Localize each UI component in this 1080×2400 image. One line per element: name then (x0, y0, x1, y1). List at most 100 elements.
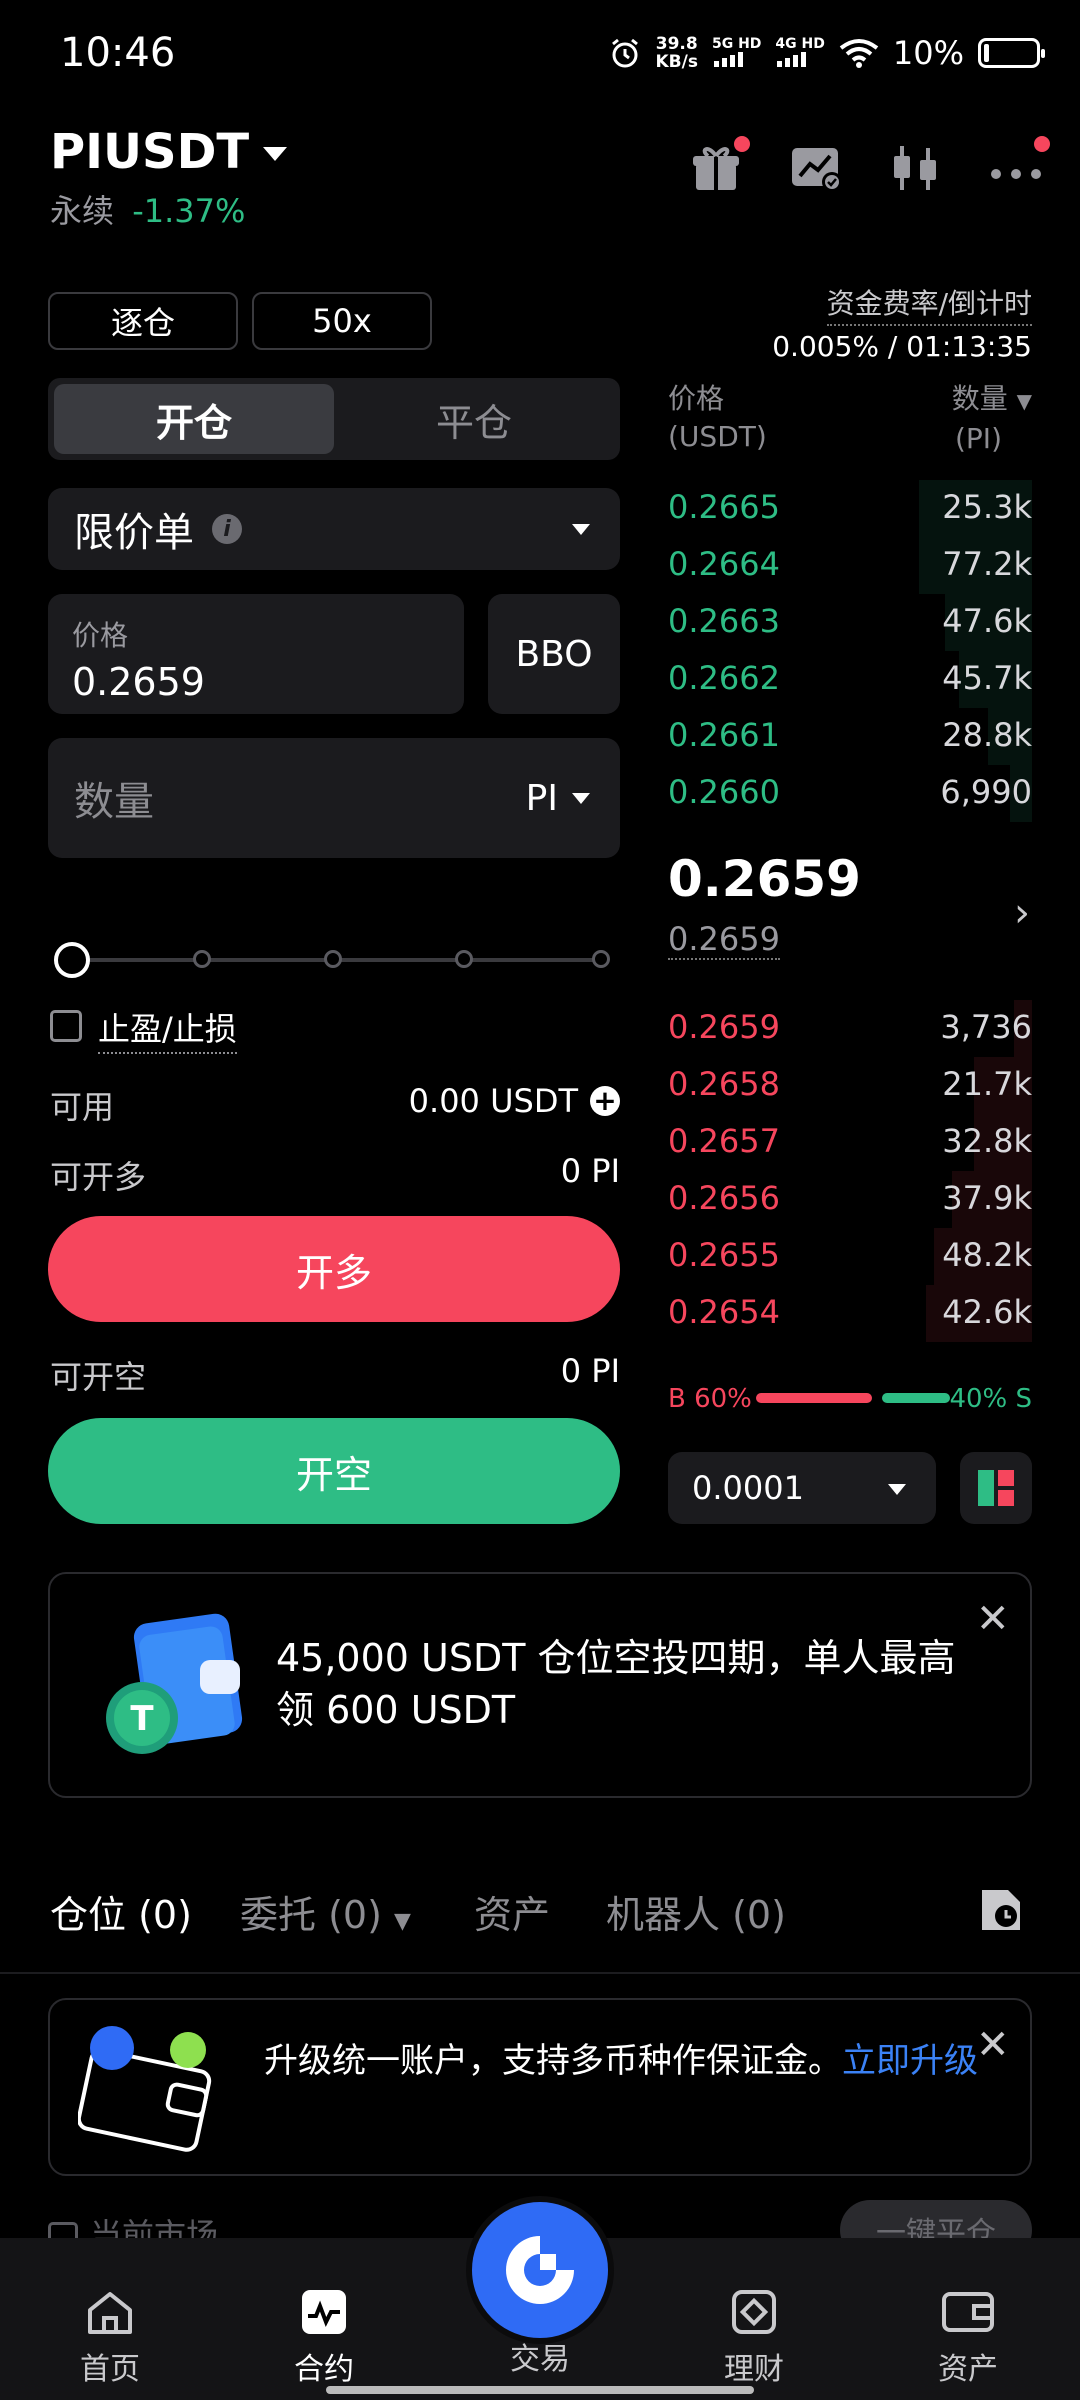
close-icon[interactable]: ✕ (976, 1596, 1010, 1642)
order-book-row[interactable]: 0.2658 21.7k (668, 1057, 1032, 1114)
tab-open[interactable]: 开仓 (54, 384, 334, 454)
slider-node-100[interactable] (592, 950, 610, 968)
info-icon[interactable]: i (212, 514, 242, 544)
home-indicator[interactable] (326, 2386, 754, 2394)
alarm-icon (611, 38, 638, 68)
book-layout-icon (978, 1470, 1014, 1506)
chart-settings-icon[interactable] (788, 140, 844, 196)
wallet-nav-icon (942, 2292, 994, 2332)
contract-type: 永续 (50, 192, 115, 230)
order-book-qty: 42.6k (942, 1293, 1032, 1331)
quantity-unit-select[interactable]: PI (526, 778, 590, 819)
order-type-select[interactable]: 限价单 i (48, 488, 620, 570)
can-short-value: 0 PI (560, 1352, 620, 1390)
pair-selector[interactable]: PIUSDT (50, 124, 288, 180)
order-book-price: 0.2655 (668, 1236, 780, 1274)
status-icons: 39.8 KB/s 5G HD 4G HD 10% (608, 34, 1045, 72)
leverage-button[interactable]: 50x (252, 292, 432, 350)
plus-icon[interactable]: + (590, 1086, 620, 1116)
order-book-row[interactable]: 0.2654 42.6k (668, 1285, 1032, 1342)
order-book-price: 0.2658 (668, 1065, 780, 1103)
gift-icon[interactable] (688, 136, 750, 196)
order-book-row[interactable]: 0.2655 48.2k (668, 1228, 1032, 1285)
slider-node-75[interactable] (455, 950, 473, 968)
tab-orders[interactable]: 委托 (0) ▼ (240, 1884, 411, 1939)
caret-down-icon (572, 792, 590, 804)
can-short-label: 可开空 (50, 1358, 147, 1396)
order-book-row[interactable]: 0.2662 45.7k (668, 651, 1032, 708)
buy-ratio: B 60% (668, 1384, 752, 1414)
battery-percent: 10% (892, 34, 964, 72)
precision-select[interactable]: 0.0001 (668, 1452, 936, 1524)
tab-close[interactable]: 平仓 (334, 384, 614, 454)
order-book-price: 0.2663 (668, 602, 780, 640)
order-book-price: 0.2665 (668, 488, 780, 526)
quantity-input[interactable]: 数量 PI (48, 738, 620, 858)
slider-node-25[interactable] (193, 950, 211, 968)
buy-ratio-bar (756, 1393, 872, 1403)
open-long-button[interactable]: 开多 (48, 1216, 620, 1322)
nav-futures[interactable]: 合约 (254, 2286, 394, 2388)
bbo-button[interactable]: BBO (488, 594, 620, 714)
order-book-qty: 47.6k (942, 602, 1032, 640)
nav-home[interactable]: 首页 (40, 2286, 180, 2388)
order-book-qty: 6,990 (940, 773, 1032, 811)
order-book-row[interactable]: 0.2659 3,736 (668, 1000, 1032, 1057)
tpsl-checkbox[interactable] (50, 1010, 82, 1042)
order-book-row[interactable]: 0.2663 47.6k (668, 594, 1032, 651)
nav-assets[interactable]: 资产 (898, 2286, 1038, 2388)
quantity-placeholder: 数量 (74, 779, 154, 825)
order-side-tabs: 开仓 平仓 (48, 378, 620, 460)
svg-text:T: T (130, 1699, 154, 1739)
order-book-row[interactable]: 0.2656 37.9k (668, 1171, 1032, 1228)
slider-node-50[interactable] (324, 950, 342, 968)
order-book-row[interactable]: 0.2661 28.8k (668, 708, 1032, 765)
order-book-qty: 32.8k (942, 1122, 1032, 1160)
trade-center-button[interactable] (466, 2196, 614, 2344)
price-input[interactable]: 价格 0.2659 (48, 594, 464, 714)
last-price: 0.2659 (668, 850, 861, 908)
wallet-icon (78, 2026, 212, 2152)
trade-logo-icon (506, 2236, 574, 2304)
available-label: 可用 (50, 1088, 115, 1126)
order-book-price: 0.2656 (668, 1179, 780, 1217)
open-short-button[interactable]: 开空 (48, 1418, 620, 1524)
caret-down-icon (888, 1484, 906, 1495)
more-icon[interactable] (988, 136, 1050, 196)
signal-sim2: 4G HD (775, 37, 825, 70)
pair-subtitle: 永续 -1.37% (50, 186, 245, 232)
order-book-qty: 48.2k (942, 1236, 1032, 1274)
tab-assets[interactable]: 资产 (474, 1884, 550, 1939)
slider-handle[interactable] (54, 942, 90, 978)
nav-earn[interactable]: 理财 (684, 2286, 824, 2388)
order-book-price: 0.2664 (668, 545, 780, 583)
caret-down-icon (263, 147, 288, 161)
order-book-qty: 77.2k (942, 545, 1032, 583)
upgrade-link[interactable]: 立即升级 (842, 2041, 978, 2081)
ob-qty-header[interactable]: 数量 ▼ (PI) (952, 380, 1032, 458)
battery-icon (978, 38, 1045, 68)
candlestick-icon[interactable] (888, 140, 944, 196)
mark-price[interactable]: 0.2659 (668, 920, 780, 960)
order-book-row[interactable]: 0.2660 6,990 (668, 765, 1032, 822)
order-book-price: 0.2654 (668, 1293, 780, 1331)
price-label: 价格 (72, 619, 129, 652)
ob-price-header: 价格 (USDT) (668, 382, 767, 453)
tab-bots[interactable]: 机器人 (0) (606, 1884, 786, 1939)
available-row: 0.00 USDT + (409, 1082, 620, 1120)
order-book-row[interactable]: 0.2664 77.2k (668, 537, 1032, 594)
margin-mode-button[interactable]: 逐仓 (48, 292, 238, 350)
order-history-icon[interactable] (978, 1884, 1024, 1934)
tpsl-label[interactable]: 止盈/止损 (98, 1004, 237, 1054)
tab-positions[interactable]: 仓位 (0) (50, 1884, 192, 1939)
funding-rate-label[interactable]: 资金费率/倒计时 (826, 282, 1032, 326)
order-book-price: 0.2660 (668, 773, 780, 811)
order-book-qty: 3,736 (940, 1008, 1032, 1046)
order-book-row[interactable]: 0.2665 25.3k (668, 480, 1032, 537)
chevron-right-icon[interactable]: › (1014, 890, 1030, 936)
order-book-row[interactable]: 0.2657 32.8k (668, 1114, 1032, 1171)
close-icon[interactable]: ✕ (976, 2022, 1010, 2068)
notification-dot (1034, 136, 1050, 152)
signal-sim1: 5G HD (712, 37, 761, 70)
book-layout-button[interactable] (960, 1452, 1032, 1524)
